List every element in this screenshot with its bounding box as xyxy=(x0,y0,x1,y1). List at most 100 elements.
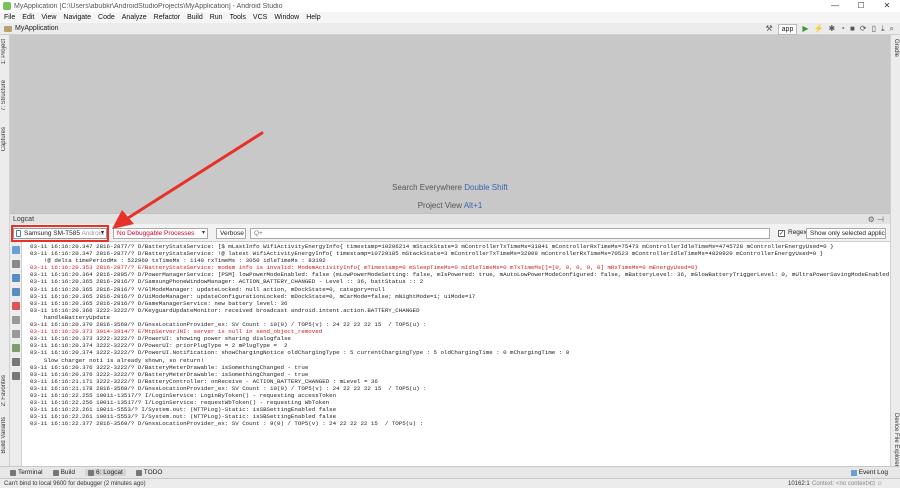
logcat-icon xyxy=(88,469,95,476)
settings-icon[interactable] xyxy=(12,358,20,366)
sdk-manager-icon[interactable]: ⤓ xyxy=(881,23,885,35)
folder-icon xyxy=(4,25,12,32)
log-line: 03-11 16:16:20.365 2816-2816/? D/Samsung… xyxy=(30,278,424,286)
tab-gradle[interactable]: Gradle xyxy=(893,39,899,57)
filter-configuration-select[interactable]: Show only selected application xyxy=(806,228,886,239)
log-line: 03-11 16:16:20.374 3222-3222/? D/PowerUI… xyxy=(30,349,570,357)
profile-icon[interactable]: ◔ xyxy=(840,23,845,35)
menu-build[interactable]: Build xyxy=(187,14,203,21)
log-line: handleBatteryUpdate xyxy=(30,313,111,321)
breadcrumb-project: MyApplication xyxy=(15,25,59,32)
restart-icon[interactable] xyxy=(12,302,20,310)
run-configuration-select[interactable]: app xyxy=(777,23,798,35)
tab-captures[interactable]: Captures xyxy=(1,127,7,151)
log-line: 03-11 16:16:21.178 2816-3569/? D/GnssLoc… xyxy=(30,384,427,392)
menu-view[interactable]: View xyxy=(41,14,56,21)
process-label: No Debuggable Processes xyxy=(117,230,195,237)
log-line: 03-11 16:16:22.261 10011-5553/? I/System… xyxy=(30,413,337,421)
left-tool-window-bar: 1: Project 7: Structure Captures 2: Favo… xyxy=(0,35,10,466)
maximize-button[interactable]: ☐ xyxy=(848,0,874,12)
build-hammer-icon[interactable]: ⚒ xyxy=(765,23,772,35)
menu-tools[interactable]: Tools xyxy=(230,14,246,21)
menu-file[interactable]: File xyxy=(4,14,15,21)
window-title: MyApplication [C:\Users\abubkr\AndroidSt… xyxy=(14,2,283,10)
gear-icon[interactable]: ⚙ ⊣ xyxy=(868,215,884,224)
tab-structure[interactable]: 7: Structure xyxy=(1,80,7,111)
menu-vcs[interactable]: VCS xyxy=(253,14,267,21)
log-line: 03-11 16:16:20.376 3222-3222/? D/Battery… xyxy=(30,363,309,371)
menu-help[interactable]: Help xyxy=(306,14,320,21)
search-icon[interactable]: ⌕ xyxy=(890,23,894,35)
right-tool-window-bar: Gradle Device File Explorer xyxy=(890,35,900,467)
logcat-output[interactable]: 03-11 16:16:20.347 2816-2877/? D/Battery… xyxy=(22,242,890,466)
breadcrumb[interactable]: MyApplication xyxy=(4,25,59,32)
avd-manager-icon[interactable]: ▯ xyxy=(872,23,876,35)
process-select[interactable]: No Debuggable Processes ▾ xyxy=(113,228,208,239)
menu-analyze[interactable]: Analyze xyxy=(122,14,147,21)
sync-icon[interactable]: ⟳ xyxy=(860,23,867,35)
menu-edit[interactable]: Edit xyxy=(22,14,34,21)
menu-run[interactable]: Run xyxy=(210,14,223,21)
log-line: 03-11 16:16:21.171 3222-3222/? D/Battery… xyxy=(30,377,378,385)
navigation-bar: MyApplication ⚒ app ▶ ⚡ ✱ ◔ ■ ⟳ ▯ ⤓ ⌕ xyxy=(0,23,900,35)
logcat-search-input[interactable]: Q+ xyxy=(250,228,770,239)
tab-build[interactable]: Build xyxy=(52,469,75,476)
logcat-panel-title: Logcat xyxy=(13,215,35,223)
close-button[interactable]: ✕ xyxy=(874,0,900,12)
bottom-tool-window-bar: Terminal Build 6: Logcat TODO Event Log xyxy=(0,466,900,478)
log-line: 03-11 16:16:20.365 2816-2816/? V/GlModeM… xyxy=(30,285,385,293)
caret-position[interactable]: 10162:1 xyxy=(788,481,810,487)
screen-record-icon[interactable] xyxy=(12,330,20,338)
menu-navigate[interactable]: Navigate xyxy=(63,14,91,21)
log-line: 03-11 16:16:20.366 3222-3222/? D/Keyguar… xyxy=(30,306,420,314)
up-arrow-icon[interactable] xyxy=(12,274,20,282)
log-line: !@ delta timePeriodMs : 522969 txTimeMs … xyxy=(30,257,326,265)
context-indicator: Context: <no context> xyxy=(812,480,871,487)
help-icon[interactable] xyxy=(12,372,20,380)
menu-code[interactable]: Code xyxy=(98,14,115,21)
down-arrow-icon[interactable] xyxy=(12,288,20,296)
tab-terminal[interactable]: Terminal xyxy=(10,469,43,476)
log-line: 03-11 16:16:22.261 10011-5553/? I/System… xyxy=(30,406,337,414)
run-icon[interactable]: ▶ xyxy=(802,23,808,35)
log-level-select[interactable]: Verbose xyxy=(216,228,246,239)
regex-label: Regex xyxy=(788,229,807,236)
hint-shortcut: Alt+1 xyxy=(463,201,483,210)
clear-log-icon[interactable] xyxy=(12,246,20,254)
logcat-panel-header: Logcat ⚙ ⊣ xyxy=(10,213,890,224)
event-log-button[interactable]: Event Log xyxy=(850,469,888,476)
tab-build-variants[interactable]: Build Variants xyxy=(1,417,7,454)
log-line: 03-11 16:16:20.365 2816-2816/? D/GameMan… xyxy=(30,299,288,307)
editor-area: Search Everywhere Double Shift Project V… xyxy=(10,35,890,213)
menu-bar: File Edit View Navigate Code Analyze Ref… xyxy=(0,12,900,23)
debug-icon[interactable]: ✱ xyxy=(828,23,835,35)
minimize-button[interactable]: — xyxy=(822,0,848,12)
tab-terminal-label: Terminal xyxy=(18,469,43,476)
log-line: 03-11 16:16:22.255 10011-13517/? I/Login… xyxy=(30,391,337,399)
log-line: 03-11 16:16:20.364 2816-2895/? D/PowerMa… xyxy=(30,271,890,279)
tab-project[interactable]: 1: Project xyxy=(1,39,7,64)
stop-icon[interactable]: ■ xyxy=(850,23,855,35)
apply-changes-icon[interactable]: ⚡ xyxy=(814,23,824,35)
menu-window[interactable]: Window xyxy=(274,14,299,21)
android-studio-icon xyxy=(3,2,11,10)
tab-device-file-explorer[interactable]: Device File Explorer xyxy=(893,413,899,467)
screenshot-icon[interactable] xyxy=(12,316,20,324)
tab-logcat[interactable]: 6: Logcat xyxy=(85,469,126,476)
regex-checkbox[interactable]: ✓ Regex xyxy=(778,228,807,238)
tab-favorites[interactable]: 2: Favorites xyxy=(1,375,7,406)
terminal-icon xyxy=(10,469,16,476)
status-bar: Can't bind to local 9600 for debugger (2… xyxy=(0,478,900,488)
soft-wrap-icon[interactable] xyxy=(12,344,20,352)
log-line: 03-11 16:16:20.347 2816-2877/? D/Battery… xyxy=(30,250,824,258)
log-line: 03-11 16:16:20.353 2816-2877/? E/Battery… xyxy=(30,264,698,272)
log-line: Slow charger noti is already shown, so r… xyxy=(30,356,204,364)
build-icon xyxy=(52,469,59,476)
menu-refactor[interactable]: Refactor xyxy=(154,14,180,21)
scroll-to-end-icon[interactable] xyxy=(12,260,20,268)
tab-todo[interactable]: TODO xyxy=(135,469,162,476)
device-highlight-box xyxy=(11,225,109,242)
hint-shortcut: Double Shift xyxy=(464,183,508,192)
logcat-filter-bar: Samsung SM-T585 Android ▾ No Debuggable … xyxy=(10,224,890,242)
logcat-side-toolbar xyxy=(10,242,22,466)
